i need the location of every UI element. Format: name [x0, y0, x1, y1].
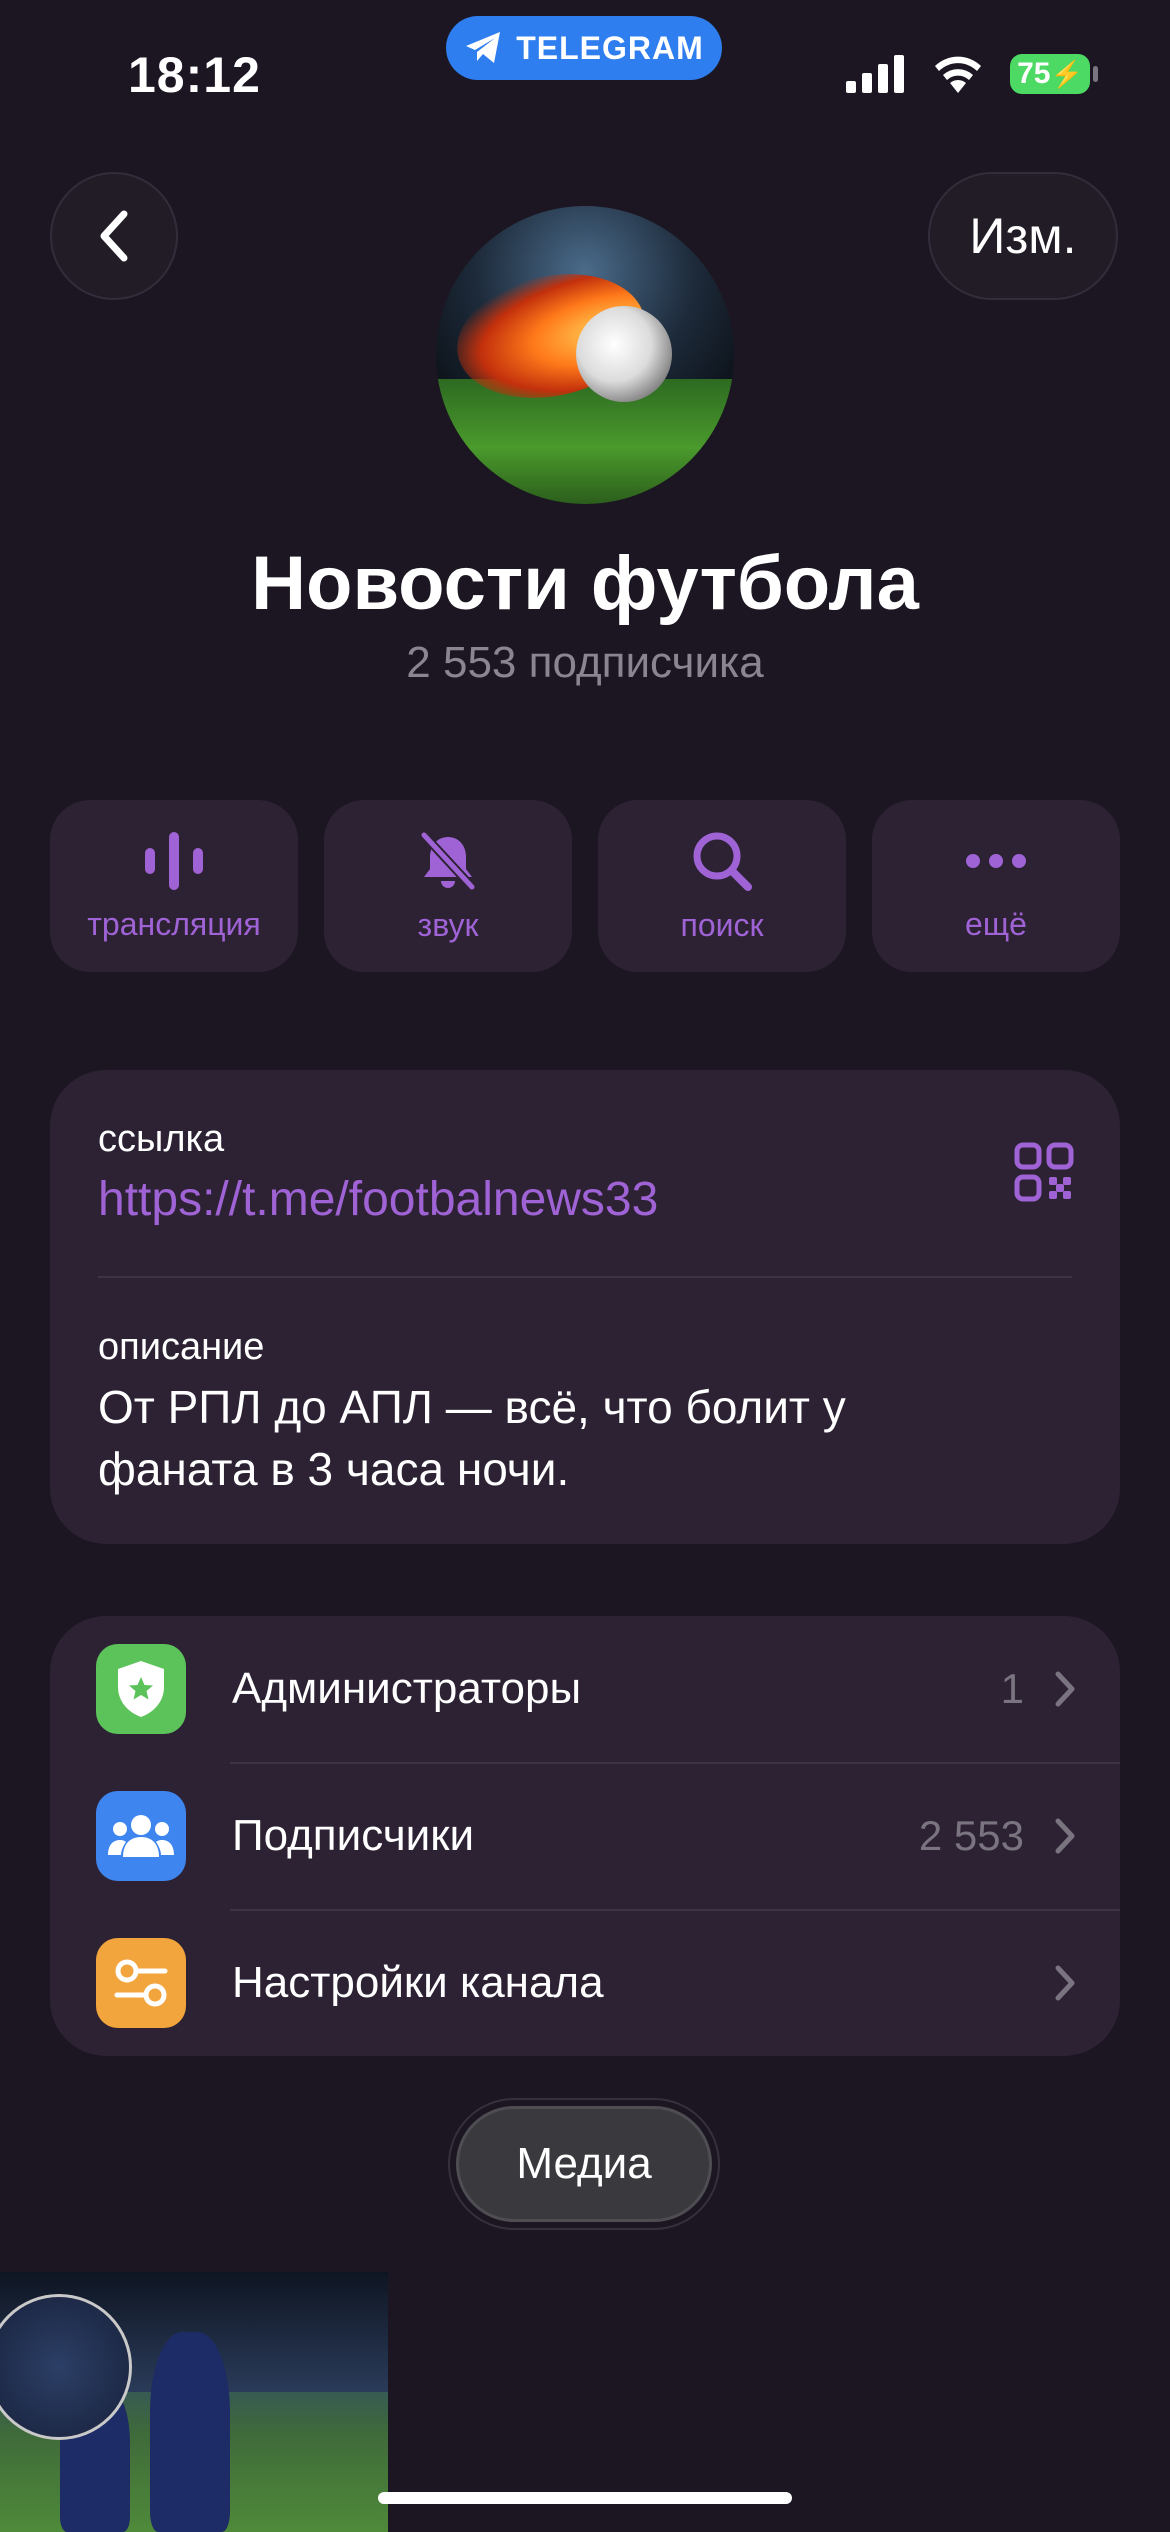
sound-label: звук: [417, 906, 479, 943]
player-figure: [150, 2332, 230, 2532]
search-label: поиск: [680, 906, 764, 943]
chevron-right-icon: [1055, 1965, 1075, 2001]
more-button[interactable]: ещё: [872, 800, 1120, 972]
status-indicators: 75 ⚡: [846, 54, 1098, 94]
wifi-icon: [935, 56, 981, 93]
channel-settings-label: Настройки канала: [232, 1958, 604, 2007]
channel-link[interactable]: https://t.me/footbalnews33: [98, 1172, 658, 1227]
telegram-pill-label: TELEGRAM: [516, 29, 704, 66]
channel-title: Новости футбола: [251, 541, 919, 626]
description-text: От РПЛ до АПЛ — всё, что болит у фаната …: [98, 1381, 846, 1495]
channel-avatar[interactable]: [436, 206, 734, 504]
chevron-right-icon: [1055, 1818, 1075, 1854]
subscribers-icon: [96, 1791, 186, 1881]
admins-count: 1: [1000, 1665, 1024, 1712]
sound-button[interactable]: звук: [324, 800, 572, 972]
search-button[interactable]: поиск: [598, 800, 846, 972]
subscribers-label: Подписчики: [232, 1811, 475, 1860]
home-indicator[interactable]: [378, 2492, 792, 2504]
channel-settings-card: Администраторы 1 Подписчики 2 553 Настро…: [50, 1616, 1120, 2056]
subscribers-count: 2 553: [918, 1812, 1024, 1859]
channel-info-card: ссылка https://t.me/footbalnews33 описан…: [50, 1070, 1120, 1544]
media-thumbnail[interactable]: [0, 2272, 388, 2532]
media-tab[interactable]: Медиа: [456, 2106, 712, 2222]
description-label: описание: [98, 1326, 265, 1368]
channel-settings-icon: [96, 1938, 186, 2028]
charging-bolt-icon: ⚡: [1050, 58, 1083, 89]
more-label: ещё: [965, 905, 1027, 942]
subscriber-count: 2 553 подписчика: [406, 638, 764, 687]
link-label: ссылка: [98, 1118, 225, 1160]
chevron-left-icon: [100, 210, 128, 262]
search-icon: [693, 832, 752, 891]
channel-settings-row[interactable]: Настройки канала: [50, 1910, 1120, 2056]
broadcast-icon: [145, 831, 203, 890]
cellular-signal-icon: [846, 55, 904, 93]
subscribers-row[interactable]: Подписчики 2 553: [50, 1763, 1120, 1909]
edit-button[interactable]: Изм.: [928, 172, 1118, 300]
admins-row[interactable]: Администраторы 1: [50, 1616, 1120, 1762]
broadcast-button[interactable]: трансляция: [50, 800, 298, 972]
avatar-pitch: [436, 378, 734, 504]
back-button[interactable]: [50, 172, 178, 300]
admin-shield-icon: [96, 1644, 186, 1734]
telegram-plane-icon: [466, 32, 501, 63]
broadcast-label: трансляция: [87, 905, 261, 942]
admins-label: Администраторы: [232, 1664, 582, 1713]
battery-level: 75: [1017, 57, 1051, 90]
chevron-right-icon: [1055, 1671, 1075, 1707]
status-time: 18:12: [128, 47, 261, 103]
bell-muted-icon: [419, 830, 477, 891]
telegram-return-pill[interactable]: TELEGRAM: [446, 16, 722, 80]
avatar-football: [576, 306, 672, 402]
info-divider: [98, 1276, 1072, 1278]
battery-indicator: 75 ⚡: [1010, 54, 1098, 94]
qr-code-icon[interactable]: [1014, 1142, 1074, 1202]
more-icon: [966, 853, 1026, 868]
action-bar: трансляция звук поиск ещё: [50, 800, 1122, 972]
